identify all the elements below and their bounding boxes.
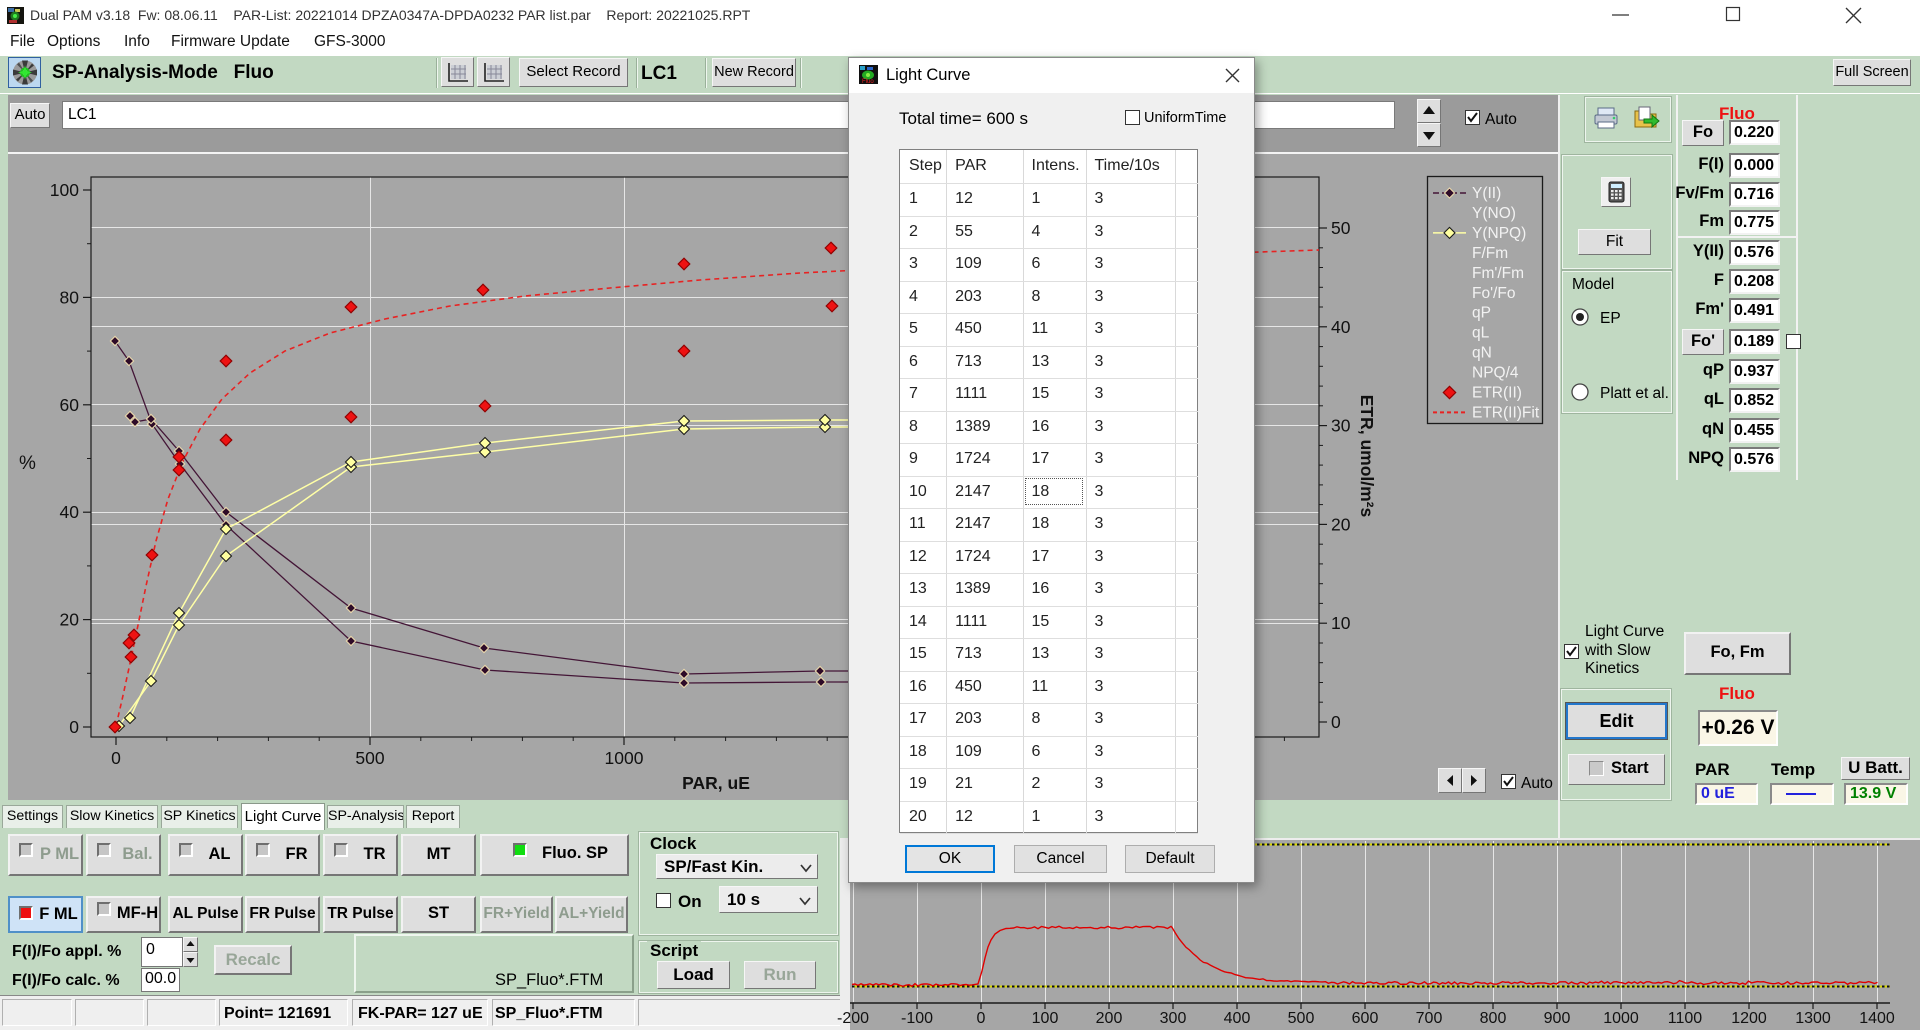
svg-text:Fluo: Fluo [862,79,874,85]
